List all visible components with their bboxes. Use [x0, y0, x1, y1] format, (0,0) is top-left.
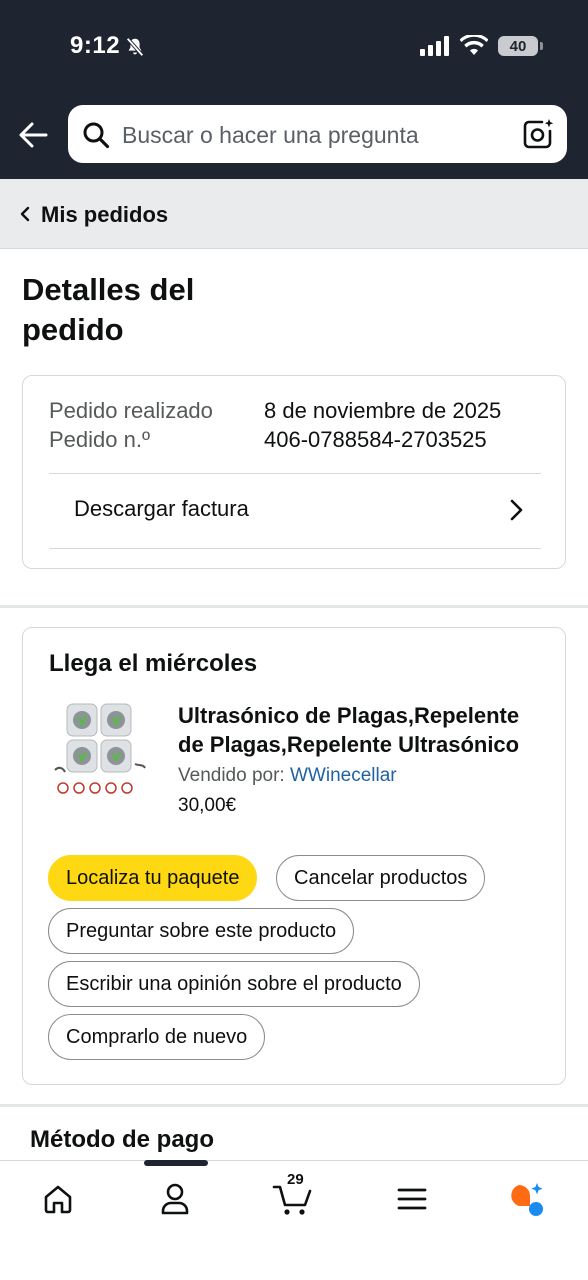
- home-icon: [44, 1185, 72, 1214]
- page-title: Detalles del pedido: [22, 272, 195, 347]
- chevron-left-icon: [20, 206, 30, 222]
- status-indicators: 40: [420, 35, 543, 57]
- payment-method-title: Método de pago: [30, 1126, 214, 1153]
- product-title-line-2: de Plagas,Repelente Ultrasónico: [178, 732, 520, 757]
- breadcrumb-label: Mis pedidos: [41, 202, 169, 227]
- sold-by: Vendido por: WWinecellar: [178, 765, 397, 787]
- order-placed-label: Pedido realizado: [49, 398, 213, 423]
- app-header: 9:12 40: [0, 0, 588, 179]
- sold-by-label: Vendido por:: [178, 765, 285, 786]
- cart-count: 29: [287, 1171, 304, 1188]
- delivery-title: Llega el miércoles: [49, 650, 258, 677]
- divider: [49, 548, 541, 549]
- active-tab-indicator: [144, 1160, 208, 1166]
- status-time: 9:12: [70, 32, 121, 59]
- order-number-value: 406-0788584-2703525: [264, 427, 487, 452]
- camera-lens-icon[interactable]: [521, 117, 555, 151]
- breadcrumb[interactable]: Mis pedidos: [0, 179, 588, 249]
- product-title-line-1: Ultrasónico de Plagas,Repelente: [178, 703, 520, 728]
- section-separator: [0, 1104, 588, 1107]
- account-icon: [161, 1183, 189, 1215]
- rufus-icon: [511, 1183, 543, 1216]
- nav-account[interactable]: [145, 1177, 205, 1221]
- product-price: 30,00€: [178, 795, 237, 816]
- track-package-button[interactable]: Localiza tu paquete: [48, 855, 258, 901]
- menu-icon: [397, 1188, 427, 1210]
- download-invoice-label: Descargar factura: [74, 496, 249, 521]
- nav-menu[interactable]: [382, 1177, 442, 1221]
- download-invoice-row[interactable]: Descargar factura: [49, 474, 541, 548]
- order-number-label: Pedido n.º: [49, 427, 150, 452]
- silent-bell-icon: [126, 37, 144, 57]
- battery-icon: 40: [498, 36, 543, 56]
- chevron-right-icon: [510, 499, 523, 521]
- bottom-nav: 29: [0, 1160, 588, 1280]
- shipment-card: Llega el miércoles Ultrasónico de Plagas…: [22, 627, 566, 1085]
- order-placed-value: 8 de noviembre de 2025: [264, 398, 502, 423]
- buy-again-button[interactable]: Comprarlo de nuevo: [48, 1014, 266, 1060]
- search-bar[interactable]: [65, 102, 570, 166]
- write-review-button[interactable]: Escribir una opinión sobre el producto: [48, 961, 420, 1007]
- search-input[interactable]: [122, 119, 512, 151]
- nav-home[interactable]: [28, 1177, 88, 1221]
- wifi-icon: [460, 35, 488, 55]
- product-title[interactable]: Ultrasónico de Plagas,Repelente de Plaga…: [178, 701, 548, 759]
- cancel-items-button[interactable]: Cancelar productos: [276, 855, 486, 901]
- signal-icon: [420, 36, 449, 56]
- search-icon: [83, 122, 110, 149]
- back-arrow-icon[interactable]: [16, 118, 50, 152]
- section-separator: [0, 605, 588, 608]
- seller-link[interactable]: WWinecellar: [290, 765, 397, 786]
- order-info-card: Pedido realizado 8 de noviembre de 2025 …: [22, 375, 566, 569]
- product-image[interactable]: [49, 700, 153, 804]
- nav-rufus[interactable]: [496, 1177, 556, 1221]
- nav-cart[interactable]: 29: [263, 1171, 323, 1221]
- ask-product-question-button[interactable]: Preguntar sobre este producto: [48, 908, 355, 954]
